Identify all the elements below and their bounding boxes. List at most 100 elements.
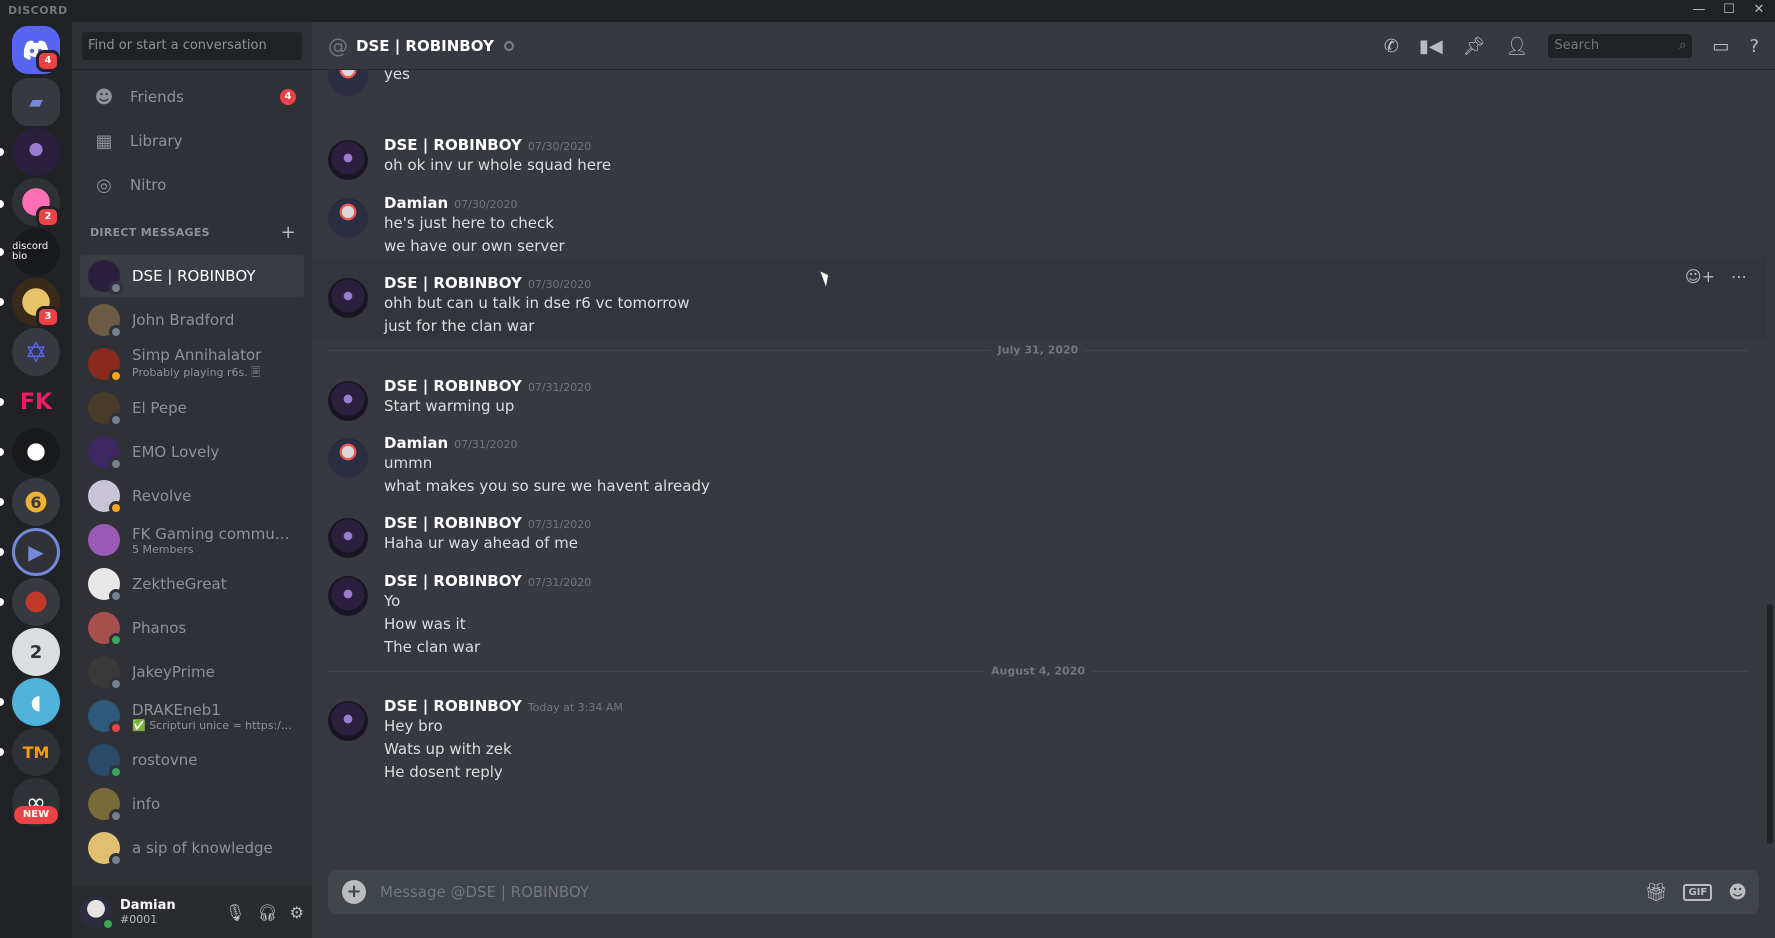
dm-item[interactable]: DSE | ROBINBOY: [80, 255, 304, 297]
video-call-icon[interactable]: ▮◀: [1419, 36, 1443, 57]
dm-item[interactable]: El Pepe: [80, 387, 304, 429]
dm-name: info: [132, 795, 161, 813]
dm-item[interactable]: ZektheGreat: [80, 563, 304, 605]
message-avatar[interactable]: [328, 518, 368, 558]
gif-button[interactable]: GIF: [1683, 883, 1713, 901]
message-author[interactable]: Damian: [384, 194, 448, 212]
dm-item[interactable]: JakeyPrime: [80, 651, 304, 693]
message-avatar[interactable]: [328, 438, 368, 478]
message-text: oh ok inv ur whole squad here: [384, 156, 612, 174]
nav-nitro[interactable]: ◎ Nitro: [80, 164, 304, 206]
add-friend-to-dm-icon[interactable]: 👤︎: [1506, 36, 1529, 57]
microphone-icon[interactable]: 🎙︎: [225, 903, 245, 922]
message-header: DSE | ROBINBOY 07/31/2020: [384, 377, 591, 395]
create-dm-plus-icon[interactable]: +: [281, 222, 296, 243]
guild-fk-server[interactable]: FK: [12, 378, 60, 426]
folder-icon: ▰: [29, 91, 43, 113]
emoji-icon[interactable]: ☻: [1728, 882, 1747, 903]
message-search-input[interactable]: Search ⌕: [1548, 34, 1693, 58]
scrollbar-thumb[interactable]: [1767, 604, 1773, 844]
message-composer[interactable]: + Message @DSE | ROBINBOY 🎁︎ GIF ☻: [328, 870, 1759, 914]
dm-name: a sip of knowledge: [132, 839, 273, 857]
message-avatar[interactable]: [328, 140, 368, 180]
nav-nitro-label: Nitro: [130, 176, 167, 194]
guild-discord-bio[interactable]: discord bio: [12, 228, 60, 276]
guild-play-server[interactable]: ▶: [12, 528, 60, 576]
pinned-messages-icon[interactable]: 📌︎: [1463, 36, 1486, 57]
guild-tm-server[interactable]: TM: [12, 728, 60, 776]
message-avatar[interactable]: [328, 198, 368, 238]
settings-gear-icon[interactable]: ⚙: [290, 903, 304, 922]
voice-call-icon[interactable]: ✆: [1384, 36, 1399, 57]
dm-status-indicator: [109, 369, 123, 383]
message-author[interactable]: DSE | ROBINBOY: [384, 274, 522, 292]
dm-item[interactable]: Revolve: [80, 475, 304, 517]
guild-robin-server[interactable]: [12, 128, 60, 176]
dm-avatar: [88, 612, 123, 647]
message-avatar[interactable]: [328, 70, 368, 96]
help-icon[interactable]: ?: [1749, 36, 1759, 57]
dm-search-input[interactable]: Find or start a conversation: [82, 32, 302, 60]
message-author[interactable]: DSE | ROBINBOY: [384, 377, 522, 395]
message-avatar[interactable]: [328, 381, 368, 421]
unread-pill: [0, 448, 4, 456]
guild-folder[interactable]: ▰: [12, 78, 60, 126]
dm-item[interactable]: info: [80, 783, 304, 825]
more-options-icon[interactable]: ⋯: [1731, 267, 1747, 286]
message-avatar[interactable]: [328, 278, 368, 318]
dm-activity: ✅ Scripturi unice = https://...: [132, 718, 292, 732]
unread-pill: [0, 148, 4, 156]
upload-plus-icon[interactable]: +: [342, 880, 366, 904]
message-scrollbar[interactable]: [1767, 70, 1773, 856]
nav-friends[interactable]: ☻ Friends 4: [80, 76, 304, 118]
dm-item[interactable]: rostovne: [80, 739, 304, 781]
dm-item[interactable]: FK Gaming communi... 5 Members: [80, 519, 304, 561]
message-author[interactable]: DSE | ROBINBOY: [384, 136, 522, 154]
close-button[interactable]: ✕: [1751, 2, 1767, 17]
message-avatar[interactable]: [328, 576, 368, 616]
guild-y2-server[interactable]: 2: [12, 628, 60, 676]
dm-item[interactable]: a sip of knowledge: [80, 827, 304, 869]
play-icon: ▶: [28, 540, 44, 564]
guild-star-server[interactable]: ✡: [12, 328, 60, 376]
headphones-icon[interactable]: 🎧︎: [257, 903, 277, 922]
add-reaction-icon[interactable]: ☺+: [1685, 267, 1715, 286]
dm-status-indicator: [109, 281, 123, 295]
dm-status-indicator: [109, 721, 123, 735]
message-author[interactable]: DSE | ROBINBOY: [384, 572, 522, 590]
message-avatar[interactable]: [328, 701, 368, 741]
message-author[interactable]: DSE | ROBINBOY: [384, 697, 522, 715]
gift-icon[interactable]: 🎁︎: [1645, 882, 1668, 903]
new-badge: NEW: [14, 806, 58, 824]
tm-logo-icon: TM: [22, 742, 50, 762]
user-avatar[interactable]: [80, 896, 115, 931]
minimize-button[interactable]: —: [1691, 2, 1707, 17]
guild-r6-server[interactable]: 6: [12, 478, 60, 526]
home-badge: 4: [36, 50, 60, 72]
header-toolbar: ✆ ▮◀ 📌︎ 👤︎ Search ⌕ ▭ ?: [1384, 34, 1759, 58]
unread-pill: [0, 548, 4, 556]
nav-library[interactable]: ▦ Library: [80, 120, 304, 162]
at-sign-icon: @: [328, 33, 348, 58]
guild-mouse-server[interactable]: ◖: [12, 678, 60, 726]
maximize-button[interactable]: ☐: [1721, 2, 1737, 17]
nav-friends-label: Friends: [130, 88, 184, 106]
message-author[interactable]: DSE | ROBINBOY: [384, 514, 522, 532]
message-timestamp: 07/30/2020: [454, 198, 518, 211]
dm-avatar: [88, 656, 123, 691]
message-input[interactable]: Message @DSE | ROBINBOY: [380, 883, 589, 901]
guild-eagle-server[interactable]: [12, 428, 60, 476]
message-text: ohh but can u talk in dse r6 vc tomorrow: [384, 294, 690, 312]
star-icon: ✡: [24, 335, 48, 369]
dm-item[interactable]: Phanos: [80, 607, 304, 649]
inbox-icon[interactable]: ▭: [1712, 36, 1729, 57]
dm-item[interactable]: Simp Annihalator Probably playing r6s. 🗏: [80, 343, 304, 385]
title-bar: DISCORD — ☐ ✕: [0, 0, 1775, 22]
dm-item[interactable]: DRAKEneb1 ✅ Scripturi unice = https://...: [80, 695, 304, 737]
message-author[interactable]: Damian: [384, 434, 448, 452]
dm-item[interactable]: EMO Lovely: [80, 431, 304, 473]
date-divider: July 31, 2020: [328, 343, 1748, 357]
dm-item[interactable]: Zira: [80, 871, 304, 873]
dm-item[interactable]: John Bradford: [80, 299, 304, 341]
guild-ninja-server[interactable]: [12, 578, 60, 626]
